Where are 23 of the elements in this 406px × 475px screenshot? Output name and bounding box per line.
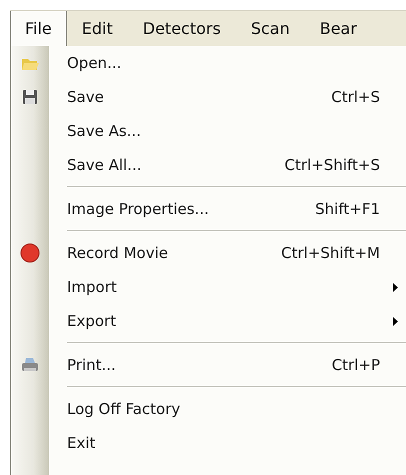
menu-item[interactable]: Save As... (11, 114, 406, 148)
menu-bar-item[interactable]: Edit (66, 11, 128, 46)
menu-item[interactable]: Record Movie Ctrl+Shift+M (11, 236, 406, 270)
menu-bar-item[interactable]: Scan (236, 11, 305, 46)
menu-item[interactable]: Export (11, 304, 406, 338)
menu-item[interactable]: Import (11, 270, 406, 304)
menu-bar-item[interactable]: File (10, 11, 67, 46)
shortcut-text: Shift+F1 (315, 200, 380, 218)
shortcut-text: Ctrl+S (331, 88, 380, 106)
record-icon (20, 243, 40, 263)
menu-item[interactable]: Open... (11, 46, 406, 80)
printer-icon (21, 357, 39, 373)
shortcut-text: Ctrl+Shift+M (281, 244, 380, 262)
menu-item[interactable]: Save Ctrl+S (11, 80, 406, 114)
shortcut-text: Ctrl+P (332, 356, 380, 374)
menu-item[interactable]: Save All... Ctrl+Shift+S (11, 148, 406, 182)
menu-bar-item[interactable]: Detectors (128, 11, 236, 46)
menu-item[interactable]: Log Off Factory (11, 392, 406, 426)
menu-item[interactable]: Image Properties... Shift+F1 (11, 192, 406, 226)
menu-bar-item[interactable]: Bear (304, 11, 372, 46)
menu-item[interactable]: Exit (11, 426, 406, 460)
shortcut-text: Ctrl+Shift+S (284, 156, 380, 174)
menu-item[interactable]: Print... Ctrl+P (11, 348, 406, 382)
